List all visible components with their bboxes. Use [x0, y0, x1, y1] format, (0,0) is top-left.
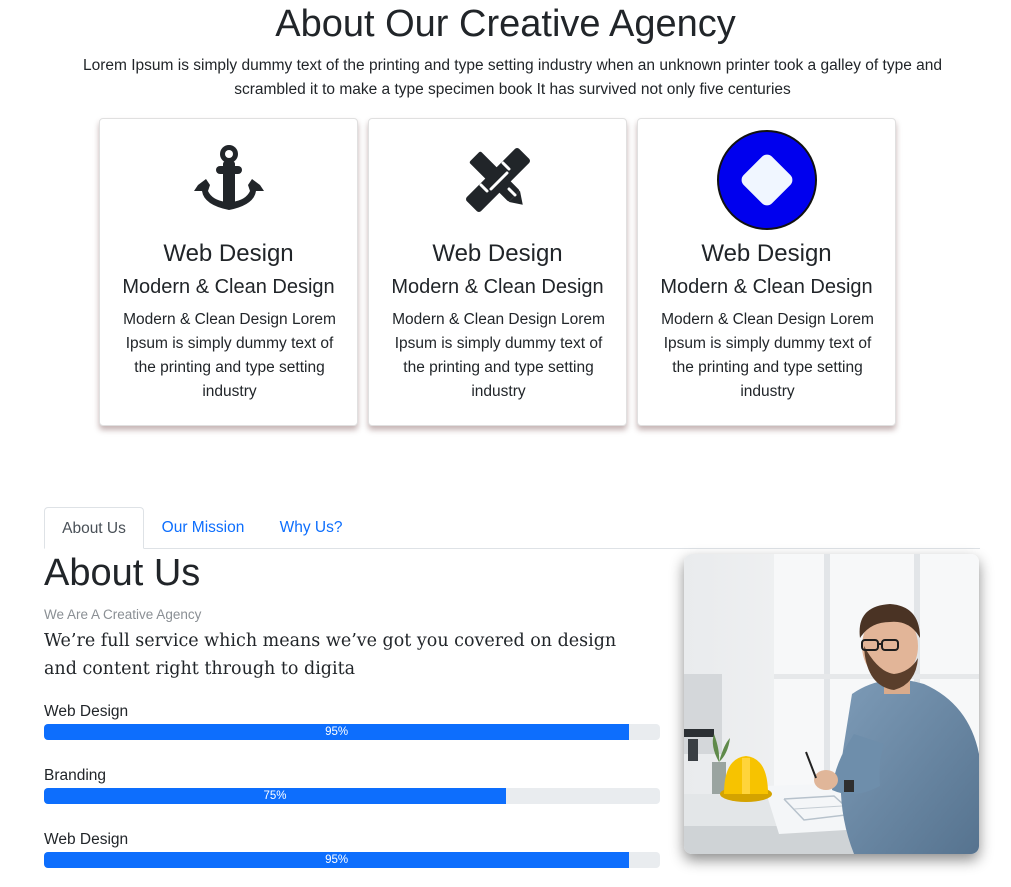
- tab-why-us[interactable]: Why Us?: [266, 507, 356, 549]
- card-text: Modern & Clean Design Lorem Ipsum is sim…: [123, 311, 336, 400]
- progress-bar: 75%: [44, 788, 660, 804]
- card-subtitle: Modern & Clean Design: [660, 276, 873, 298]
- about-title: About Us: [44, 552, 201, 594]
- skill-web-design: Web Design 95%: [44, 830, 660, 868]
- tab-bar: About Us Our Mission Why Us?: [44, 507, 980, 549]
- progress-fill: 95%: [44, 724, 630, 740]
- tab-about-us[interactable]: About Us: [44, 507, 144, 549]
- progress-fill: 95%: [44, 852, 630, 868]
- card-text: Modern & Clean Design Lorem Ipsum is sim…: [661, 311, 874, 400]
- designer-photo: [684, 554, 979, 854]
- card-subtitle: Modern & Clean Design: [391, 276, 604, 298]
- service-card: Web Design Modern & Clean Design Modern …: [368, 118, 627, 426]
- progress-bar: 95%: [44, 852, 660, 868]
- about-lead: We’re full service which means we’ve got…: [44, 631, 617, 679]
- service-cards: Web Design Modern & Clean Design Modern …: [99, 118, 899, 428]
- service-card: Web Design Modern & Clean Design Modern …: [637, 118, 896, 426]
- progress-bar: 95%: [44, 724, 660, 740]
- anchor-icon: [100, 135, 357, 225]
- pencil-ruler-icon: [369, 135, 626, 225]
- tab-our-mission[interactable]: Our Mission: [148, 507, 258, 549]
- card-text: Modern & Clean Design Lorem Ipsum is sim…: [392, 311, 605, 400]
- card-title: Web Design: [432, 240, 563, 267]
- card-title: Web Design: [163, 240, 294, 267]
- card-title: Web Design: [701, 240, 832, 267]
- skill-label: Web Design: [44, 831, 129, 848]
- progress-fill: 75%: [44, 788, 506, 804]
- page-intro: Lorem Ipsum is simply dummy text of the …: [83, 57, 942, 98]
- skill-branding: Branding 75%: [44, 766, 660, 804]
- skill-label: Web Design: [44, 703, 129, 720]
- diamond-circle-icon: [638, 130, 895, 230]
- skill-web-design: Web Design 95%: [44, 702, 660, 740]
- about-kicker: We Are A Creative Agency: [44, 607, 202, 622]
- card-subtitle: Modern & Clean Design: [122, 276, 335, 298]
- page-title: About Our Creative Agency: [275, 3, 736, 45]
- skill-label: Branding: [44, 767, 107, 784]
- service-card: Web Design Modern & Clean Design Modern …: [99, 118, 358, 426]
